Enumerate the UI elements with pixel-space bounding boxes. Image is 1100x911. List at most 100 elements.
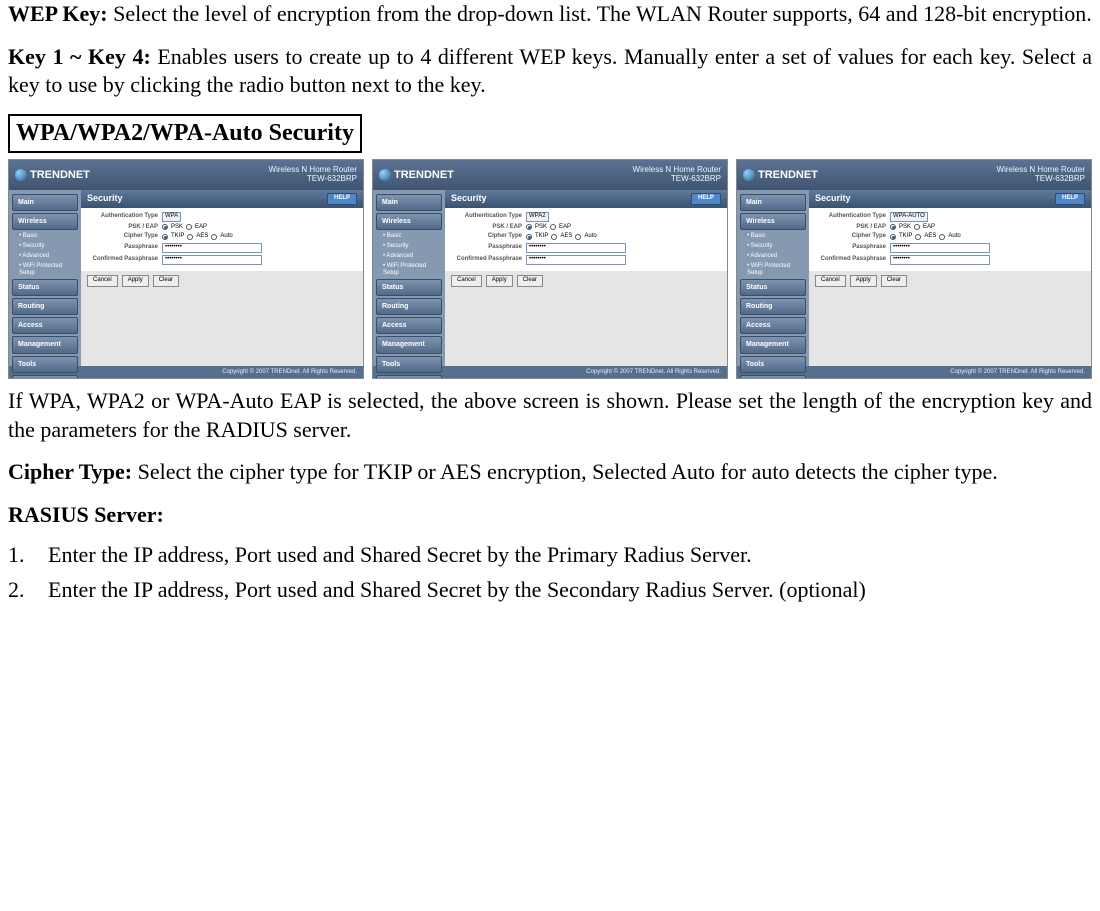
nav-management[interactable]: Management — [12, 336, 78, 353]
auto-text: Auto — [948, 233, 960, 241]
nav-status[interactable]: Status — [740, 279, 806, 296]
clear-button[interactable]: Clear — [517, 275, 543, 287]
auth-select[interactable]: WPA-AUTO — [890, 212, 928, 222]
cancel-button[interactable]: Cancel — [451, 275, 482, 287]
passphrase-input[interactable]: •••••••• — [890, 243, 990, 253]
radio-eap[interactable] — [550, 224, 556, 230]
nav-security[interactable]: • Security — [376, 242, 442, 252]
nav-basic[interactable]: • Basic — [12, 232, 78, 242]
auth-select[interactable]: WPA2 — [526, 212, 549, 222]
radio-aes[interactable] — [551, 234, 557, 240]
nav-security[interactable]: • Security — [12, 242, 78, 252]
apply-button[interactable]: Apply — [122, 275, 149, 287]
radio-aes[interactable] — [915, 234, 921, 240]
auth-select[interactable]: WPA — [162, 212, 181, 222]
nav-basic[interactable]: • Basic — [740, 232, 806, 242]
nav-routing[interactable]: Routing — [740, 298, 806, 315]
panel-title-bar: Security HELP — [445, 190, 727, 208]
nav-wizard[interactable]: Wizard — [740, 375, 806, 379]
nav-advanced[interactable]: • Advanced — [376, 252, 442, 262]
sidebar: Main Wireless • Basic • Security • Advan… — [373, 190, 445, 366]
action-buttons: Cancel Apply Clear — [809, 271, 1091, 291]
wep-key-label: WEP Key: — [8, 1, 108, 26]
header-bar: TRENDNET Wireless N Home Router TEW-632B… — [737, 160, 1091, 190]
help-button[interactable]: HELP — [327, 193, 357, 205]
radio-tkip[interactable] — [890, 234, 896, 240]
confirm-input[interactable]: •••••••• — [526, 255, 626, 265]
nav-access[interactable]: Access — [376, 317, 442, 334]
confirm-input[interactable]: •••••••• — [162, 255, 262, 265]
action-buttons: Cancel Apply Clear — [445, 271, 727, 291]
key1-4-label: Key 1 ~ Key 4: — [8, 44, 151, 69]
product-model: TEW-632BRP — [997, 175, 1085, 184]
radio-psk[interactable] — [526, 224, 532, 230]
nav-wireless[interactable]: Wireless — [376, 213, 442, 230]
radius-server-list: Enter the IP address, Port used and Shar… — [8, 541, 1092, 604]
clear-button[interactable]: Clear — [153, 275, 179, 287]
nav-main[interactable]: Main — [740, 194, 806, 211]
nav-status[interactable]: Status — [376, 279, 442, 296]
cipher-label: Cipher Type — [451, 233, 526, 241]
radio-tkip[interactable] — [526, 234, 532, 240]
help-button[interactable]: HELP — [1055, 193, 1085, 205]
psk-text: PSK — [535, 224, 547, 232]
nav-wps[interactable]: • WiFi Protected Setup — [12, 262, 78, 280]
nav-basic[interactable]: • Basic — [376, 232, 442, 242]
product-model: TEW-632BRP — [269, 175, 357, 184]
psk-text: PSK — [171, 224, 183, 232]
nav-management[interactable]: Management — [740, 336, 806, 353]
nav-advanced[interactable]: • Advanced — [12, 252, 78, 262]
confirm-input[interactable]: •••••••• — [890, 255, 990, 265]
radio-auto[interactable] — [211, 234, 217, 240]
apply-button[interactable]: Apply — [486, 275, 513, 287]
wep-key-paragraph: WEP Key: Select the level of encryption … — [8, 0, 1092, 29]
nav-routing[interactable]: Routing — [376, 298, 442, 315]
radio-tkip[interactable] — [162, 234, 168, 240]
clear-button[interactable]: Clear — [881, 275, 907, 287]
nav-main[interactable]: Main — [376, 194, 442, 211]
nav-status[interactable]: Status — [12, 279, 78, 296]
conf-label: Confirmed Passphrase — [451, 256, 526, 264]
radio-aes[interactable] — [187, 234, 193, 240]
passphrase-input[interactable]: •••••••• — [526, 243, 626, 253]
nav-wireless[interactable]: Wireless — [12, 213, 78, 230]
nav-security[interactable]: • Security — [740, 242, 806, 252]
nav-tools[interactable]: Tools — [376, 356, 442, 373]
cipher-type-label: Cipher Type: — [8, 459, 132, 484]
logo-icon — [15, 169, 27, 181]
screenshot-wpa: TRENDNET Wireless N Home Router TEW-632B… — [8, 159, 364, 379]
radio-auto[interactable] — [575, 234, 581, 240]
nav-access[interactable]: Access — [740, 317, 806, 334]
nav-access[interactable]: Access — [12, 317, 78, 334]
nav-wps[interactable]: • WiFi Protected Setup — [740, 262, 806, 280]
apply-button[interactable]: Apply — [850, 275, 877, 287]
passphrase-input[interactable]: •••••••• — [162, 243, 262, 253]
brand-text: TRENDNET — [758, 168, 818, 182]
eap-text: EAP — [195, 224, 207, 232]
sidebar: Main Wireless • Basic • Security • Advan… — [9, 190, 81, 366]
nav-wizard[interactable]: Wizard — [12, 375, 78, 379]
radio-psk[interactable] — [890, 224, 896, 230]
radio-psk[interactable] — [162, 224, 168, 230]
nav-routing[interactable]: Routing — [12, 298, 78, 315]
radio-eap[interactable] — [186, 224, 192, 230]
nav-main[interactable]: Main — [12, 194, 78, 211]
brand-logo: TRENDNET — [15, 168, 90, 182]
nav-tools[interactable]: Tools — [12, 356, 78, 373]
radius-item-1: Enter the IP address, Port used and Shar… — [8, 541, 1092, 570]
help-button[interactable]: HELP — [691, 193, 721, 205]
nav-tools[interactable]: Tools — [740, 356, 806, 373]
shot-body: Main Wireless • Basic • Security • Advan… — [737, 190, 1091, 366]
nav-management[interactable]: Management — [376, 336, 442, 353]
panel-title: Security — [815, 193, 851, 205]
nav-advanced[interactable]: • Advanced — [740, 252, 806, 262]
cipher-type-text: Select the cipher type for TKIP or AES e… — [132, 459, 998, 484]
radio-auto[interactable] — [939, 234, 945, 240]
nav-wireless[interactable]: Wireless — [740, 213, 806, 230]
cancel-button[interactable]: Cancel — [815, 275, 846, 287]
cipher-type-paragraph: Cipher Type: Select the cipher type for … — [8, 458, 1092, 487]
nav-wps[interactable]: • WiFi Protected Setup — [376, 262, 442, 280]
cancel-button[interactable]: Cancel — [87, 275, 118, 287]
nav-wizard[interactable]: Wizard — [376, 375, 442, 379]
radio-eap[interactable] — [914, 224, 920, 230]
